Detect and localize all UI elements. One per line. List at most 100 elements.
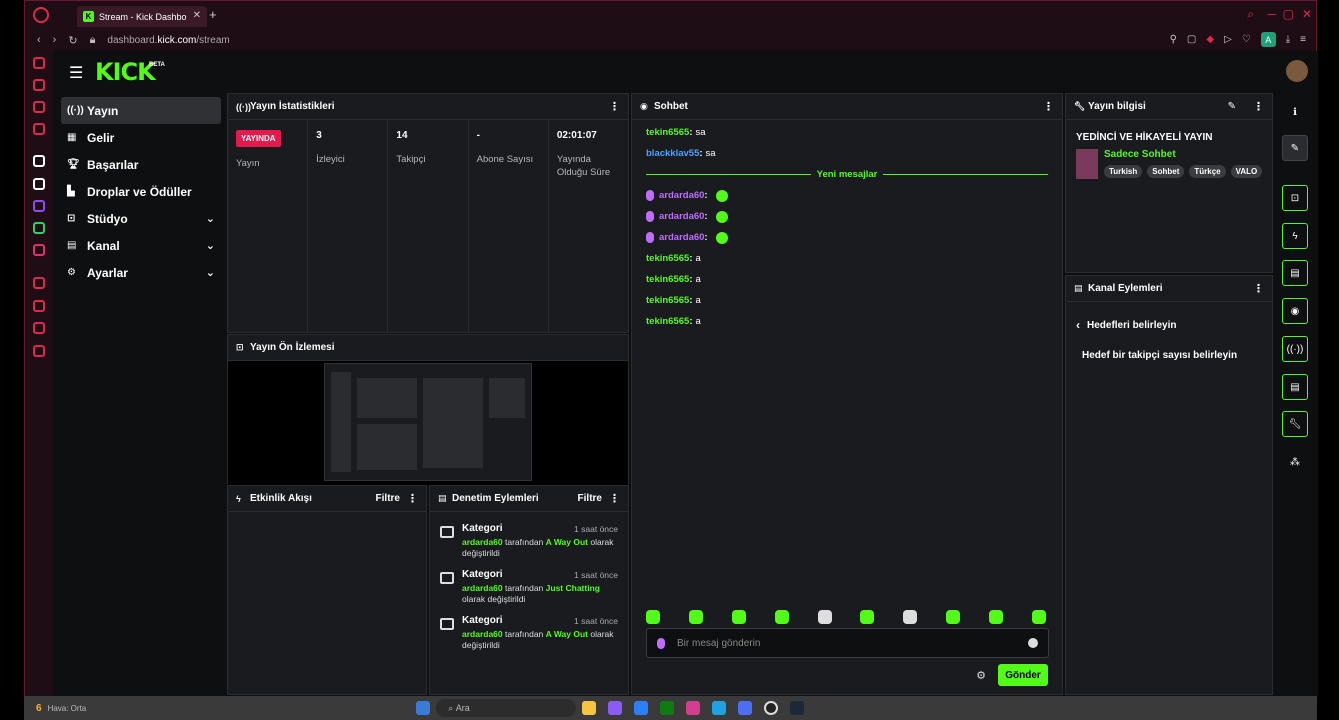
pocket-icon[interactable]: ◆ [1206,34,1214,45]
minimize-icon[interactable]: ─ [1267,7,1276,21]
app-icon[interactable] [738,701,753,715]
heart-icon[interactable]: ♡ [1242,34,1251,45]
sidebar-app-icon[interactable] [33,277,45,289]
preview-widget-icon[interactable]: ⊡ [1282,185,1308,211]
sidebar-item-0[interactable]: ((·)) Yayın [61,97,221,124]
emote-icon[interactable] [989,610,1003,624]
emote-icon[interactable] [646,610,660,624]
emote-icon[interactable] [774,610,789,624]
emote-icon[interactable] [731,610,746,624]
app-icon[interactable] [634,701,649,715]
sidebar-app-icon[interactable] [33,101,45,113]
settings-icon[interactable] [33,345,45,357]
stream-preview[interactable] [228,361,628,485]
mod-user-link[interactable]: ardarda60 [462,629,503,639]
bolt-icon[interactable]: ϟ [1282,223,1308,249]
more-icon[interactable]: ⋮ [1043,100,1054,113]
new-tab-icon[interactable]: + [209,7,217,22]
chevron-down-icon[interactable]: ⌄ [206,212,215,225]
close-tab-icon[interactable]: ✕ [193,10,201,21]
play-icon[interactable]: ▷ [1224,34,1232,45]
chat-username[interactable]: tekin6565 [646,274,689,285]
send-button[interactable]: Gönder [998,664,1048,686]
opera-logo-icon[interactable] [33,7,49,23]
sidebar-item-3[interactable]: ▙ Droplar ve Ödüller [61,178,221,205]
menu-icon[interactable]: ≡ [1300,34,1306,45]
sidebar-item-5[interactable]: ▤ Kanal ⌄ [61,232,221,259]
chat-username[interactable]: ardarda60 [659,211,704,222]
download-icon[interactable]: ⤓ [1286,34,1290,45]
moderation-filter-button[interactable]: Filtre [578,493,602,504]
reload-icon[interactable]: ↻ [68,34,77,47]
weather-label[interactable]: Hava: Orta [48,704,87,713]
sidebar-app-icon[interactable] [33,123,45,135]
sidebar-item-4[interactable]: ⊡ Stüdyo ⌄ [61,205,221,232]
edit-icon[interactable]: ✎ [1228,101,1236,112]
sidebar-app-icon[interactable] [33,57,45,69]
emote-icon[interactable] [817,610,832,624]
chat-username[interactable]: tekin6565 [646,127,689,138]
mod-user-link[interactable]: ardarda60 [462,537,503,547]
emote-icon[interactable] [860,610,875,624]
history-icon[interactable] [33,300,45,312]
channel-icon[interactable]: ▤ [1282,374,1308,400]
edge-icon[interactable] [712,701,727,715]
sidebar-item-6[interactable]: ⚙ Ayarlar ⌄ [61,259,221,286]
sidebar-app-icon[interactable] [33,155,45,167]
activity-filter-button[interactable]: Filtre [376,493,400,504]
edit-icon[interactable]: ✎ [1282,135,1308,161]
search-icon[interactable]: ⌕ [1247,7,1254,22]
file-explorer-icon[interactable] [582,701,597,715]
more-icon[interactable]: ⋮ [609,100,620,113]
chat-username[interactable]: blackklav55 [646,148,699,159]
profile-icon[interactable]: A [1260,32,1276,47]
emote-icon[interactable] [903,610,918,624]
document-icon[interactable]: ▤ [1282,260,1308,286]
wrench-icon[interactable]: 🔧︎ [1282,411,1308,437]
pin-icon[interactable]: ⚲ [1170,34,1177,45]
forward-icon[interactable]: › [53,34,57,46]
emote-icon[interactable] [946,610,961,624]
chat-input[interactable]: Bir mesaj gönderin [646,628,1049,658]
mod-user-link[interactable]: ardarda60 [462,583,503,593]
windows-start-icon[interactable] [416,701,431,715]
follower-goal-option[interactable]: Hedef bir takipçi sayısı belirleyin [1066,332,1272,361]
extensions-icon[interactable] [33,322,45,334]
chat-username[interactable]: tekin6565 [646,295,689,306]
more-icon[interactable]: ⋮ [1253,100,1264,113]
sidebar-app-icon[interactable] [33,79,45,91]
kick-logo[interactable]: KICK [95,58,156,86]
info-icon[interactable]: ℹ [1282,99,1308,125]
chevron-down-icon[interactable]: ⌄ [206,266,215,279]
avatar[interactable] [1286,60,1308,82]
more-icon[interactable]: ⋮ [1253,282,1264,295]
chat-icon[interactable]: ◉ [1282,298,1308,324]
hamburger-icon[interactable]: ☰ [69,63,83,83]
taskbar-search[interactable]: ⌕ Ara [436,699,577,717]
stream-category[interactable]: Sadece Sohbet [1104,149,1262,160]
obs-icon[interactable] [764,701,779,715]
app-icon[interactable] [608,701,623,715]
sidebar-item-1[interactable]: ▦ Gelir [61,124,221,151]
instagram-icon[interactable] [33,244,45,256]
mod-category-link[interactable]: Just Chatting [546,583,600,593]
chat-username[interactable]: tekin6565 [646,253,689,264]
broadcast-icon[interactable]: ((·)) [1282,336,1308,362]
emote-icon[interactable] [688,610,703,624]
mod-category-link[interactable]: A Way Out [546,629,588,639]
mod-category-link[interactable]: A Way Out [546,537,588,547]
more-icon[interactable]: ⋮ [407,492,418,505]
url-field[interactable]: dashboard.kick.com/stream [107,35,229,46]
back-icon[interactable]: ‹ [37,34,41,46]
steam-icon[interactable] [790,701,805,715]
chat-username[interactable]: ardarda60 [659,190,704,201]
snapshot-icon[interactable]: ▢ [1187,34,1196,45]
xbox-icon[interactable] [660,701,675,715]
maximize-icon[interactable]: ▢ [1283,7,1294,21]
goals-back-button[interactable]: ‹ Hedefleri belirleyin [1066,302,1272,332]
chat-username[interactable]: ardarda60 [659,232,704,243]
nodes-icon[interactable]: ⁂ [1282,449,1308,475]
sidebar-app-icon[interactable] [33,178,45,190]
close-window-icon[interactable]: ✕ [1302,7,1312,21]
more-icon[interactable]: ⋮ [609,492,620,505]
